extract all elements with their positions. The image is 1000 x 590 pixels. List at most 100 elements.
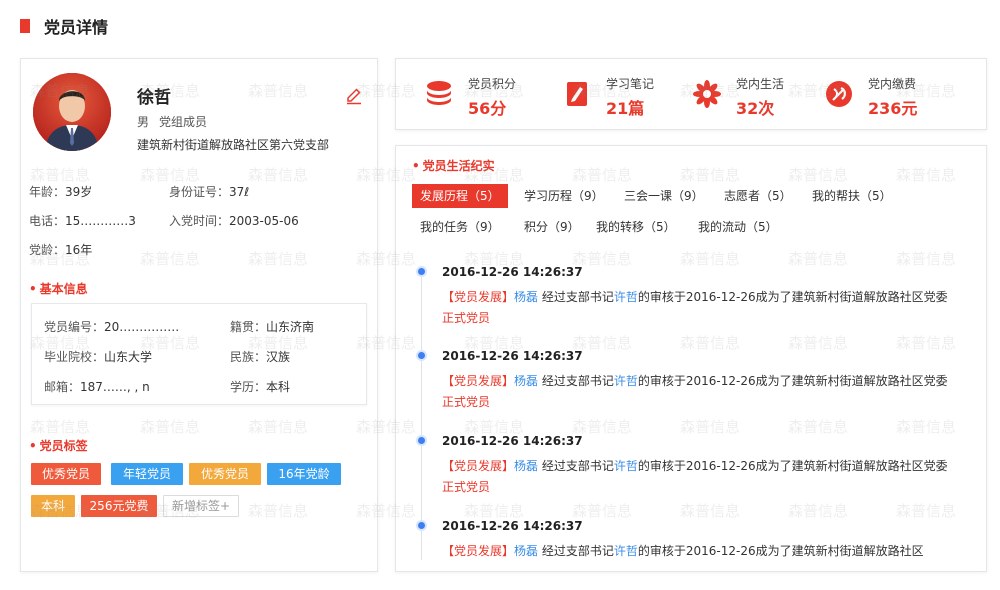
email-value: 187……, , n	[80, 380, 150, 394]
event-category: 【党员发展】	[442, 459, 515, 473]
page-title: 党员详情	[44, 18, 109, 37]
event-category: 【党员发展】	[442, 374, 515, 388]
event-text: 【党员发展】杨磊 经过支部书记许哲的审核于2016-12-26成为了建筑新村街道…	[442, 287, 962, 329]
timeline-dot	[416, 266, 427, 277]
education-value: 本科	[266, 380, 291, 394]
stat-notes[interactable]: 学习笔记 21篇	[562, 71, 692, 119]
event-desc: 经过支部书记	[538, 544, 614, 558]
tab-volunteer[interactable]: 志愿者（5）	[716, 184, 800, 208]
age-value: 39岁	[65, 185, 93, 199]
ethnicity-label: 民族：	[230, 350, 267, 364]
school-value: 山东大学	[104, 350, 153, 364]
member-role: 党组成员	[159, 115, 208, 129]
event-person-link[interactable]: 杨磊	[514, 290, 538, 304]
member-tag[interactable]: 年轻党员	[111, 463, 183, 485]
event-desc: 经过支部书记	[538, 290, 614, 304]
stat-value: 56分	[468, 99, 507, 118]
phone-label: 电话：	[29, 214, 66, 228]
member-tag[interactable]: 优秀党员	[31, 463, 101, 485]
tab-my-tasks[interactable]: 我的任务（9）	[412, 215, 508, 239]
avatar	[33, 73, 111, 151]
event-desc: 的审核于2016-12-26成为了建筑新村街道解放路社区党委	[637, 290, 948, 304]
member-tag[interactable]: 优秀党员	[189, 463, 261, 485]
event-category: 【党员发展】	[442, 544, 515, 558]
stat-label: 党内缴费	[868, 77, 917, 91]
timeline-line	[421, 270, 422, 560]
event-secretary-link[interactable]: 许哲	[614, 290, 638, 304]
pencil-icon[interactable]	[345, 87, 363, 105]
event-desc: 的审核于2016-12-26成为了建筑新村街道解放路社区	[637, 544, 924, 558]
event-person-link[interactable]: 杨磊	[514, 544, 538, 558]
event-status: 正式党员	[442, 311, 491, 325]
event-time: 2016-12-26 14:26:37	[442, 265, 583, 279]
member-branch: 建筑新村街道解放路社区第六党支部	[137, 138, 330, 152]
join-date-label: 入党时间：	[169, 214, 230, 228]
stat-points[interactable]: 党员积分 56分	[424, 71, 554, 119]
page-header: 党员详情	[20, 14, 108, 38]
basic-info-box: 党员编号：20…………… 籍贯：山东济南 毕业院校：山东大学 民族：汉族 邮箱：…	[31, 303, 367, 405]
event-desc: 经过支部书记	[538, 374, 614, 388]
stat-party-life[interactable]: 党内生活 32次	[692, 71, 822, 119]
email-label: 邮箱：	[44, 380, 81, 394]
event-desc: 经过支部书记	[538, 459, 614, 473]
tab-my-mobility[interactable]: 我的流动（5）	[690, 215, 786, 239]
stat-dues[interactable]: 党内缴费 236元	[824, 71, 954, 119]
event-text: 【党员发展】杨磊 经过支部书记许哲的审核于2016-12-26成为了建筑新村街道…	[442, 371, 962, 413]
timeline-dot	[416, 350, 427, 361]
profile-card: 徐哲 男党组成员 建筑新村街道解放路社区第六党支部 年龄：39岁 身份证号：37…	[20, 58, 378, 572]
tags-title: 党员标签	[29, 437, 88, 454]
tab-my-assistance[interactable]: 我的帮扶（5）	[804, 184, 900, 208]
member-tag[interactable]: 256元党费	[81, 495, 157, 517]
native-place-field: 籍贯：山东济南	[230, 318, 314, 335]
tab-study[interactable]: 学习历程（9）	[516, 184, 612, 208]
event-time: 2016-12-26 14:26:37	[442, 434, 583, 448]
join-date-field: 入党时间：2003-05-06	[169, 212, 299, 229]
stat-value: 21篇	[606, 99, 645, 118]
ethnicity-field: 民族：汉族	[230, 348, 290, 365]
event-desc: 的审核于2016-12-26成为了建筑新村街道解放路社区党委	[637, 459, 948, 473]
member-no-field: 党员编号：20……………	[44, 318, 179, 335]
event-time: 2016-12-26 14:26:37	[442, 349, 583, 363]
party-age-value: 16年	[65, 243, 93, 257]
stat-label: 党员积分	[468, 77, 517, 91]
notebook-icon	[567, 82, 587, 106]
email-field: 邮箱：187……, , n	[44, 378, 150, 395]
event-category: 【党员发展】	[442, 290, 515, 304]
age-field: 年龄：39岁	[29, 183, 92, 200]
stat-label: 学习笔记	[606, 77, 655, 91]
coin-stack-icon	[427, 81, 451, 105]
member-tag[interactable]: 16年党龄	[267, 463, 341, 485]
tab-points[interactable]: 积分（9）	[516, 215, 588, 239]
event-secretary-link[interactable]: 许哲	[614, 544, 638, 558]
basic-info-title: 基本信息	[29, 280, 88, 297]
event-person-link[interactable]: 杨磊	[514, 374, 538, 388]
tab-three-meetings[interactable]: 三会一课（9）	[616, 184, 712, 208]
event-secretary-link[interactable]: 许哲	[614, 374, 638, 388]
event-status: 正式党员	[442, 480, 491, 494]
event-secretary-link[interactable]: 许哲	[614, 459, 638, 473]
tab-my-transfer[interactable]: 我的转移（5）	[588, 215, 684, 239]
life-record-title: 党员生活纪实	[412, 157, 495, 174]
phone-field: 电话：15…………3	[29, 212, 136, 229]
life-record-card: 党员生活纪实 发展历程（5） 学习历程（9） 三会一课（9） 志愿者（5） 我的…	[395, 145, 987, 572]
stat-label: 党内生活	[736, 77, 785, 91]
event-text: 【党员发展】杨磊 经过支部书记许哲的审核于2016-12-26成为了建筑新村街道…	[442, 541, 962, 562]
school-label: 毕业院校：	[44, 350, 105, 364]
stat-value: 236元	[868, 99, 918, 118]
member-role-line: 男党组成员	[137, 113, 217, 130]
member-name: 徐哲	[137, 88, 171, 108]
flower-icon	[693, 80, 721, 108]
stat-value: 32次	[736, 99, 775, 118]
tab-development[interactable]: 发展历程（5）	[412, 184, 508, 208]
native-place-label: 籍贯：	[230, 320, 267, 334]
native-place-value: 山东济南	[266, 320, 315, 334]
event-person-link[interactable]: 杨磊	[514, 459, 538, 473]
member-tag[interactable]: 本科	[31, 495, 75, 517]
event-desc: 的审核于2016-12-26成为了建筑新村街道解放路社区党委	[637, 374, 948, 388]
event-text: 【党员发展】杨磊 经过支部书记许哲的审核于2016-12-26成为了建筑新村街道…	[442, 456, 962, 498]
id-number-label: 身份证号：	[169, 185, 230, 199]
join-date-value: 2003-05-06	[229, 214, 299, 228]
id-number-value: 37ℓ	[229, 185, 250, 199]
add-tag-button[interactable]: 新增标签+	[163, 495, 239, 517]
education-field: 学历：本科	[230, 378, 290, 395]
